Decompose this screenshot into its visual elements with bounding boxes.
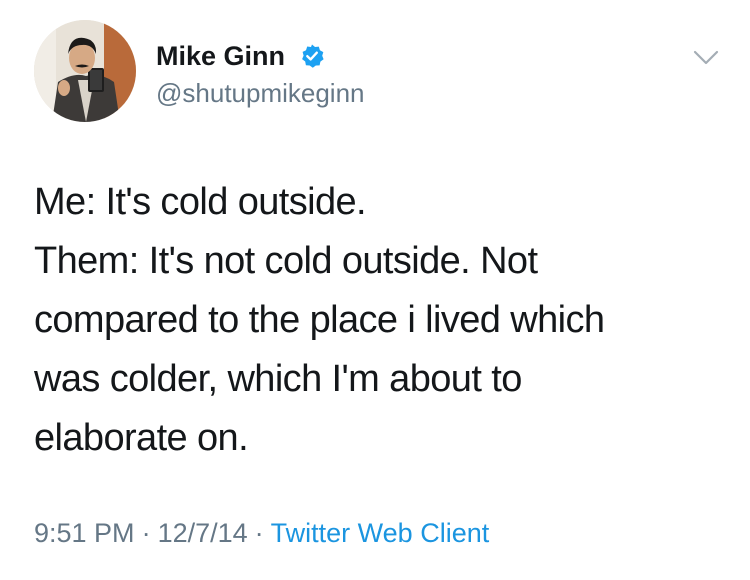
tweet-client-link[interactable]: Twitter Web Client [271,518,490,548]
meta-separator: · [141,518,151,548]
meta-separator: · [254,518,264,548]
display-name[interactable]: Mike Ginn [156,40,285,72]
tweet-meta: 9:51 PM · 12/7/14 · Twitter Web Client [34,516,489,550]
tweet-date[interactable]: 12/7/14 [158,518,248,548]
tweet-menu-button[interactable] [690,44,722,72]
tweet-text: Me: It's cold outside. Them: It's not co… [34,173,734,468]
tweet-card: Mike Ginn @shutupmikeginn Me: It's cold … [0,0,750,580]
tweet-text-line: elaborate on. [34,417,249,459]
avatar-photo [34,20,136,122]
user-handle[interactable]: @shutupmikeginn [156,77,365,109]
avatar[interactable] [34,20,136,122]
tweet-text-line: compared to the place i lived which [34,299,605,341]
tweet-text-line: Them: It's not cold outside. Not [34,240,538,282]
verified-badge-icon [302,44,324,68]
tweet-time[interactable]: 9:51 PM [34,518,135,548]
tweet-text-line: was colder, which I'm about to [34,358,522,400]
chevron-down-icon [693,50,719,65]
tweet-text-line: Me: It's cold outside. [34,181,367,223]
